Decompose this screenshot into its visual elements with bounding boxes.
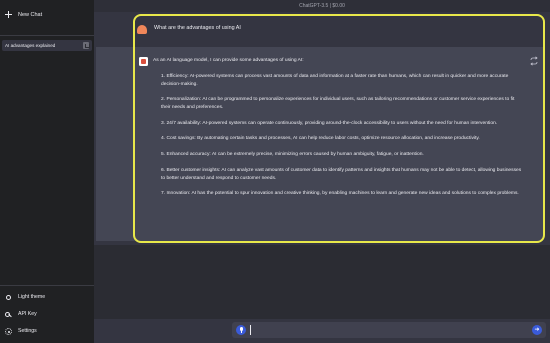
key-icon — [5, 311, 12, 318]
new-chat-button[interactable]: New Chat — [5, 8, 89, 21]
light-theme-button[interactable]: Light theme — [5, 292, 45, 302]
plus-icon — [5, 11, 12, 18]
trash-icon[interactable] — [83, 42, 90, 49]
conversation-item[interactable]: AI advantages explained — [2, 40, 92, 51]
light-theme-label: Light theme — [18, 294, 46, 300]
api-key-label: API Key — [18, 311, 37, 317]
message-input[interactable] — [250, 325, 520, 335]
send-icon[interactable]: ➜ — [532, 325, 542, 335]
window-title: ChatGPT-3.5 | $0.00 — [94, 0, 550, 12]
microphone-icon[interactable] — [236, 325, 246, 335]
conversation-title: AI advantages explained — [5, 43, 56, 48]
new-chat-label: New Chat — [18, 11, 43, 18]
empty-chat-area — [94, 245, 550, 319]
settings-button[interactable]: Settings — [5, 326, 37, 336]
api-key-button[interactable]: API Key — [5, 309, 37, 319]
sun-icon — [6, 294, 11, 300]
sidebar: New Chat AI advantages explained Light t… — [0, 0, 94, 343]
settings-label: Settings — [18, 328, 37, 334]
highlight-frame — [133, 14, 545, 243]
sidebar-bottom-divider — [0, 285, 94, 286]
message-input-bar: ➜ — [232, 322, 546, 338]
sidebar-divider — [0, 35, 94, 36]
gear-icon — [5, 327, 12, 335]
